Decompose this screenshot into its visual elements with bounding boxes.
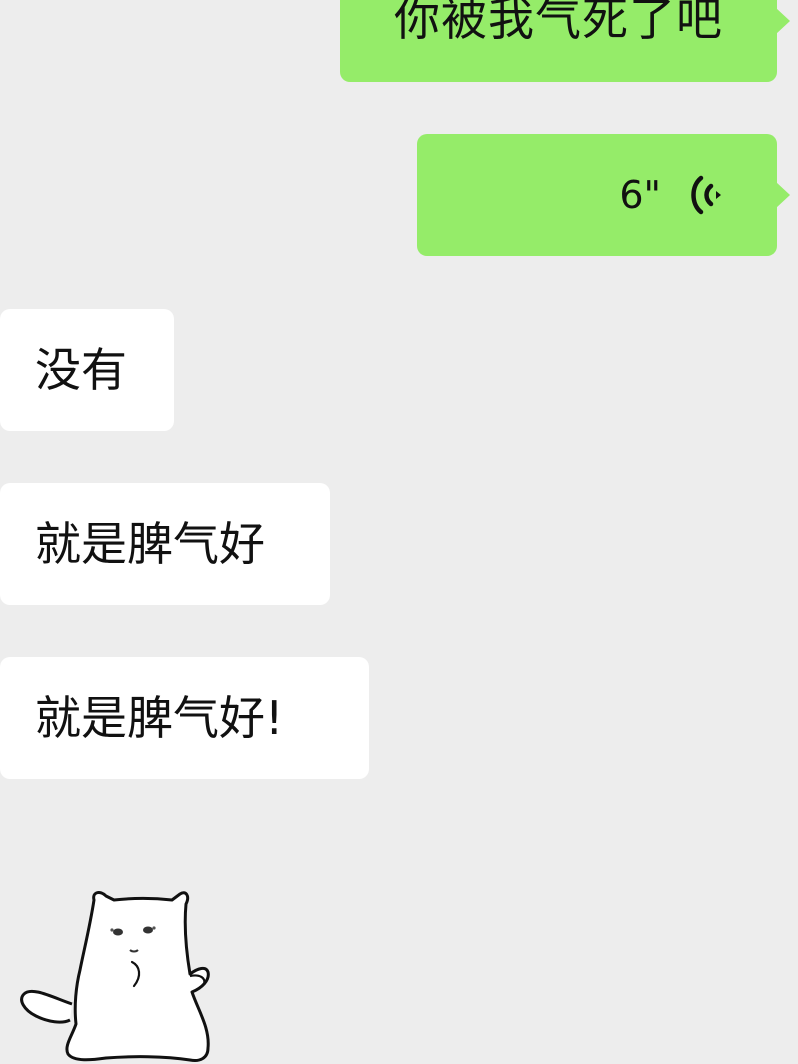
received-message-bubble[interactable]: 没有	[0, 309, 174, 431]
bubble-tail	[776, 182, 790, 208]
received-message-bubble[interactable]: 就是脾气好!	[0, 657, 369, 779]
voice-message-bubble[interactable]: 6"	[417, 134, 790, 256]
voice-duration: 6"	[619, 173, 661, 217]
received-message-bubble[interactable]: 就是脾气好	[0, 483, 330, 605]
cat-sticker-image[interactable]	[14, 886, 224, 1064]
sent-message-bubble[interactable]: 你被我气死了吧	[340, 0, 790, 82]
chat-screen: { "messages": { "sent_text": "你被我气死了吧", …	[0, 0, 798, 1064]
bubble-tail	[776, 8, 790, 34]
received-message-text: 就是脾气好!	[35, 691, 284, 745]
voice-wave-icon	[691, 175, 721, 215]
received-message-text: 没有	[35, 343, 127, 397]
sent-message-text: 你被我气死了吧	[394, 0, 723, 46]
received-message-text: 就是脾气好	[35, 517, 265, 571]
